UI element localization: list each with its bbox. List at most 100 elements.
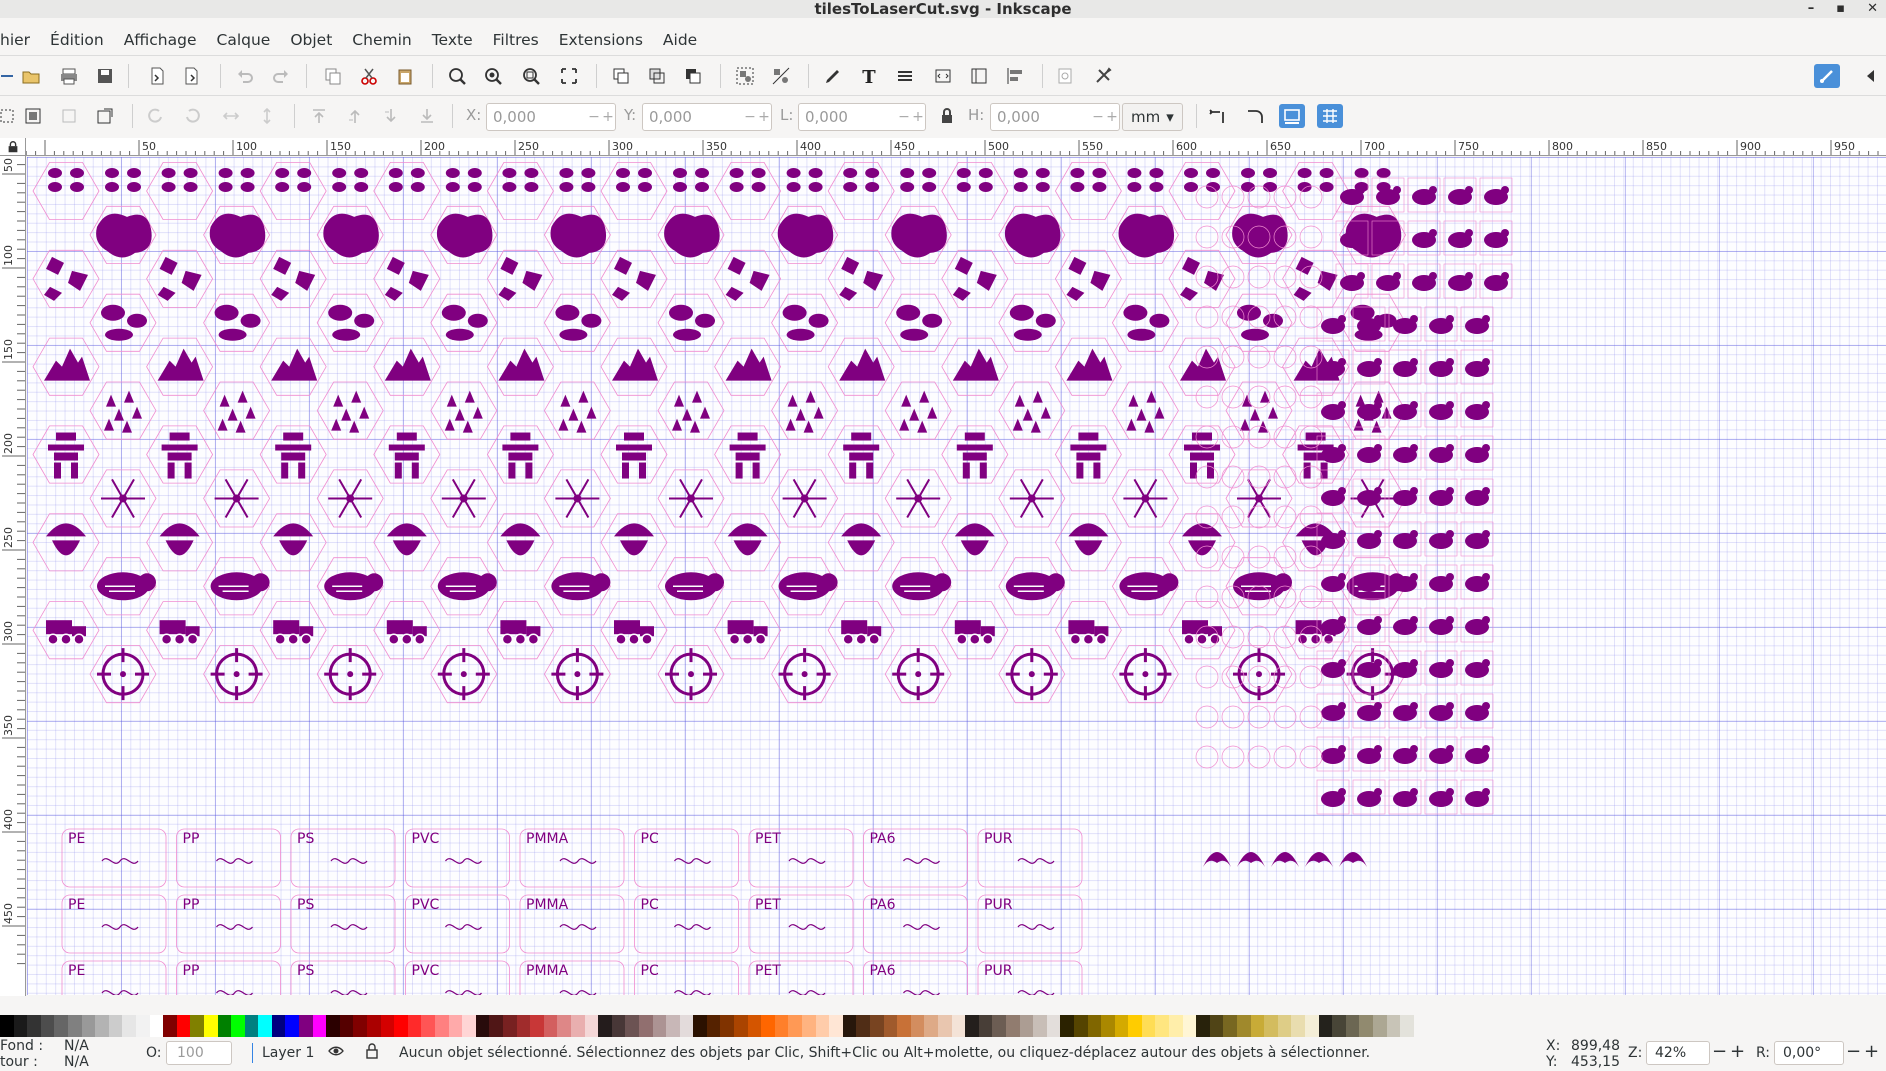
flower-icon[interactable] bbox=[1374, 788, 1382, 796]
paw-icon[interactable] bbox=[1241, 168, 1255, 178]
opacity-field[interactable]: 100 bbox=[166, 1041, 232, 1065]
snowflake-icon[interactable] bbox=[1027, 494, 1036, 503]
current-layer[interactable]: Layer 1 bbox=[262, 1045, 314, 1061]
paw-icon[interactable] bbox=[410, 182, 425, 192]
mountain-icon[interactable] bbox=[839, 348, 886, 381]
color-swatch[interactable] bbox=[231, 1015, 245, 1037]
inukshuk-icon[interactable] bbox=[394, 452, 419, 461]
animal-icon[interactable] bbox=[1160, 573, 1179, 592]
outline-motif[interactable] bbox=[1221, 465, 1245, 489]
snowflake-icon[interactable] bbox=[346, 494, 355, 503]
paw-icon[interactable] bbox=[1127, 182, 1142, 192]
tile-outline[interactable] bbox=[32, 249, 100, 308]
truck-icon[interactable] bbox=[46, 620, 72, 635]
stones-icon[interactable] bbox=[1013, 328, 1042, 341]
forest-icon[interactable] bbox=[219, 394, 230, 407]
truck-icon[interactable] bbox=[614, 620, 640, 635]
new-icon[interactable] bbox=[0, 64, 20, 88]
mountain-icon[interactable] bbox=[157, 348, 204, 381]
rocks-icon[interactable] bbox=[181, 270, 202, 291]
import-icon[interactable] bbox=[144, 64, 170, 88]
outline-motif[interactable] bbox=[1273, 265, 1297, 289]
target-icon[interactable] bbox=[120, 671, 126, 678]
stones-icon[interactable] bbox=[1009, 304, 1034, 321]
narwhal-icon[interactable] bbox=[1410, 745, 1418, 753]
truck-icon[interactable] bbox=[501, 633, 514, 645]
animal-icon[interactable] bbox=[478, 573, 497, 592]
fox-icon[interactable] bbox=[1374, 358, 1382, 366]
flip-vertical-icon[interactable] bbox=[254, 104, 280, 128]
fox-icon[interactable] bbox=[1338, 358, 1346, 366]
menu-objet[interactable]: Objet bbox=[280, 27, 342, 53]
color-swatch[interactable] bbox=[54, 1015, 68, 1037]
truck-icon[interactable] bbox=[1095, 633, 1108, 645]
lake-icon[interactable] bbox=[1118, 213, 1175, 258]
inukshuk-icon[interactable] bbox=[849, 462, 857, 479]
paw-icon[interactable] bbox=[445, 182, 460, 192]
fox-icon[interactable] bbox=[1410, 358, 1418, 366]
walrus-icon[interactable] bbox=[1465, 229, 1473, 237]
paw-icon[interactable] bbox=[638, 182, 652, 192]
paw-icon[interactable] bbox=[354, 168, 369, 178]
caribou-icon[interactable] bbox=[1446, 401, 1454, 409]
color-swatch[interactable] bbox=[570, 1015, 585, 1037]
mountain-icon[interactable] bbox=[1066, 348, 1113, 381]
forest-icon[interactable] bbox=[1371, 420, 1382, 433]
color-swatch[interactable] bbox=[339, 1015, 354, 1037]
forest-icon[interactable] bbox=[1381, 406, 1392, 419]
truck-icon[interactable] bbox=[1309, 633, 1322, 645]
truck-icon[interactable] bbox=[1182, 620, 1208, 635]
shrimp-icon[interactable] bbox=[1374, 616, 1382, 624]
color-swatch[interactable] bbox=[1264, 1015, 1278, 1037]
mask-icon[interactable] bbox=[386, 523, 427, 537]
fang-icon[interactable] bbox=[1237, 852, 1265, 867]
paw-icon[interactable] bbox=[388, 182, 403, 192]
stones-icon[interactable] bbox=[127, 313, 147, 328]
forest-icon[interactable] bbox=[1268, 406, 1278, 419]
ungroup-icon[interactable] bbox=[768, 64, 794, 88]
plus-icon[interactable]: + bbox=[911, 109, 925, 125]
target-icon[interactable] bbox=[1142, 671, 1149, 678]
save-icon[interactable] bbox=[92, 64, 118, 88]
snowflake-icon[interactable] bbox=[232, 494, 241, 503]
rocks-icon[interactable] bbox=[522, 270, 543, 291]
forest-icon[interactable] bbox=[359, 406, 370, 419]
color-swatch[interactable] bbox=[1209, 1015, 1224, 1037]
inukshuk-icon[interactable] bbox=[281, 452, 306, 461]
paw-icon[interactable] bbox=[559, 168, 574, 178]
shrimp-icon[interactable] bbox=[1338, 616, 1346, 624]
color-swatch[interactable] bbox=[1087, 1015, 1102, 1037]
inukshuk-icon[interactable] bbox=[962, 462, 970, 479]
truck-icon[interactable] bbox=[1082, 633, 1095, 645]
menu-edition[interactable]: Édition bbox=[40, 27, 114, 53]
inukshuk-icon[interactable] bbox=[56, 432, 76, 441]
inukshuk-icon[interactable] bbox=[1093, 462, 1101, 479]
color-swatch[interactable] bbox=[1318, 1015, 1333, 1037]
shrimp-icon[interactable] bbox=[1482, 616, 1490, 624]
truck-icon[interactable] bbox=[1322, 633, 1335, 645]
minus-icon[interactable]: − bbox=[1091, 109, 1105, 125]
color-swatch[interactable] bbox=[326, 1015, 340, 1037]
stones-icon[interactable] bbox=[1035, 313, 1056, 328]
outline-motif[interactable] bbox=[1247, 425, 1271, 449]
lower-icon[interactable] bbox=[378, 104, 404, 128]
paw-icon[interactable] bbox=[1149, 182, 1164, 192]
color-swatch[interactable] bbox=[1250, 1015, 1265, 1037]
color-swatch[interactable] bbox=[802, 1015, 816, 1037]
fish-icon[interactable] bbox=[1374, 444, 1382, 452]
duplicate-icon[interactable] bbox=[608, 64, 634, 88]
truck-icon[interactable] bbox=[160, 633, 173, 645]
inukshuk-icon[interactable] bbox=[962, 452, 987, 461]
paw-icon[interactable] bbox=[786, 168, 801, 178]
outline-motif[interactable] bbox=[1195, 745, 1219, 769]
paw-icon[interactable] bbox=[70, 182, 84, 192]
color-swatch[interactable] bbox=[502, 1015, 517, 1037]
inukshuk-icon[interactable] bbox=[1078, 432, 1099, 441]
paw-icon[interactable] bbox=[729, 182, 744, 192]
color-swatch[interactable] bbox=[584, 1015, 599, 1037]
inukshuk-icon[interactable] bbox=[396, 432, 417, 441]
drawing-canvas[interactable]: PE PP PS PVC PMMA PC PET PA6 PUR PE PP PS PVC PMMA PC P… bbox=[27, 157, 1886, 995]
forest-icon[interactable] bbox=[227, 408, 238, 421]
color-swatch[interactable] bbox=[652, 1015, 667, 1037]
color-swatch[interactable] bbox=[1277, 1015, 1292, 1037]
